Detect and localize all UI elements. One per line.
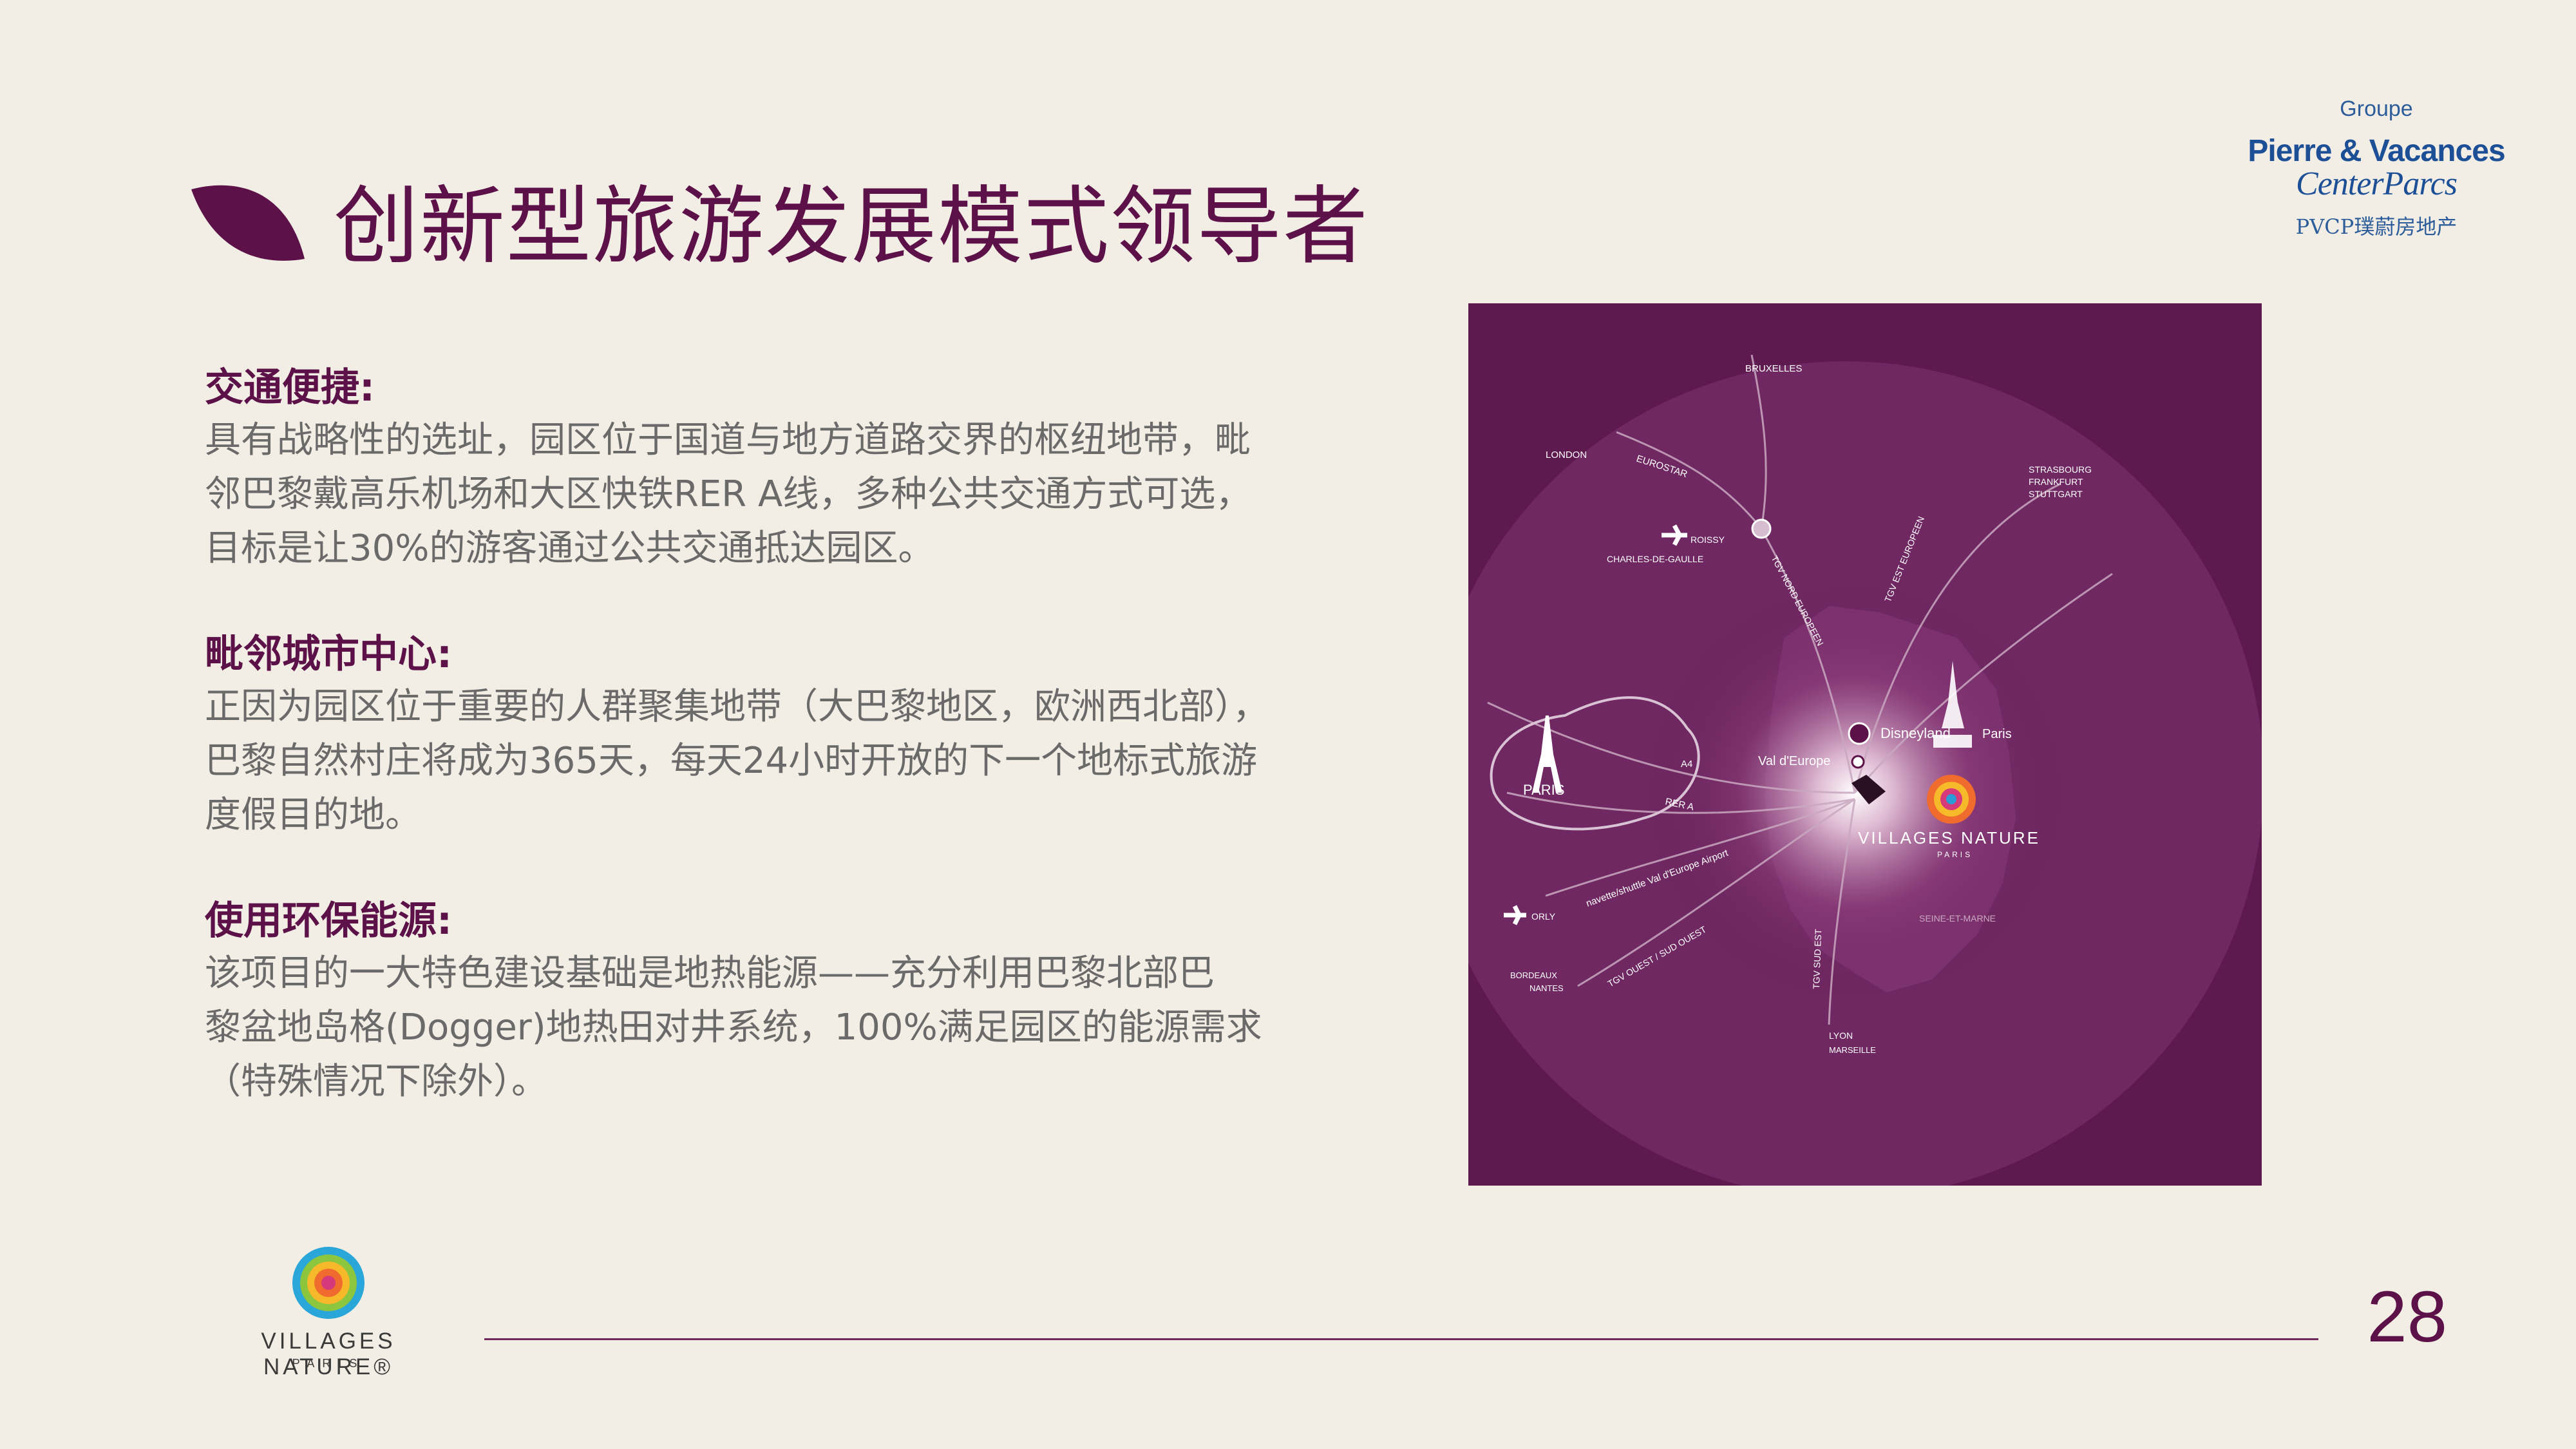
label-lyon: LYON [1829,1030,1853,1041]
label-stuttgart: STUTTGART [2029,489,2083,499]
section-heading: 使用环保能源: [205,898,452,943]
section-line: 该项目的一大特色建设基础是地热能源——充分利用巴黎北部巴 [205,952,1215,994]
section-line: 黎盆地岛格(Dogger)地热田对井系统，100%满足园区的能源需求 [205,1007,1262,1048]
label-disneyland-paris: Paris [1982,727,2012,741]
label-val-europe: Val d'Europe [1758,754,1830,768]
section-energy: 使用环保能源: 该项目的一大特色建设基础是地热能源——充分利用巴黎北部巴 黎盆地… [205,895,1338,1109]
label-tgv-sud: TGV SUD EST [1811,929,1823,989]
brand-center-parcs: CenterParcs [2296,166,2458,202]
label-seine-et-marne: SEINE-ET-MARNE [1919,913,1996,923]
section-transport: 交通便捷: 具有战略性的选址，园区位于国道与地方道路交界的枢纽地带，毗 邻巴黎戴… [205,362,1338,576]
label-marseille: MARSEILLE [1829,1045,1876,1055]
label-strasbourg: STRASBOURG [2029,464,2092,475]
section-line: 目标是让30%的游客通过公共交通抵达园区。 [205,527,934,569]
leaf-icon [191,185,305,261]
label-a4: A4 [1681,759,1692,770]
label-villages-nature-paris: PARIS [1937,850,1973,859]
pierre-vacances-logo: Groupe Pierre & Vacances CenterParcs PVC… [2241,97,2512,240]
label-villages-nature: VILLAGES NATURE [1858,828,2040,848]
villages-nature-logo: VILLAGES NATURE® PARIS [200,1246,457,1379]
section-line: 巴黎自然村庄将成为365天，每天24小时开放的下一个地标式旅游 [205,740,1258,782]
disneyland-node [1848,722,1871,745]
brand-chinese-name: PVCP璞蔚房地产 [2295,214,2458,239]
brand-pierre-vacances: Pierre & Vacances [2248,134,2505,168]
location-map: BRUXELLES LONDON EUROSTAR STRASBOURG FRA… [1468,303,2262,1186]
label-disneyland: Disneyland [1880,725,1951,741]
villages-nature-logo-name: VILLAGES NATURE® [200,1329,457,1380]
section-line: 具有战略性的选址，园区位于国道与地方道路交界的枢纽地带，毗 [205,419,1251,461]
label-paris: PARIS [1523,782,1564,798]
footer-divider [484,1338,2318,1340]
label-orly: ORLY [1531,911,1556,922]
section-heading: 交通便捷: [205,365,375,410]
label-frankfurt: FRANKFURT [2029,477,2083,487]
section-line: 度假目的地。 [205,794,421,836]
label-nantes: NANTES [1530,983,1564,993]
label-cdg: CHARLES-DE-GAULLE [1607,554,1703,564]
label-bruxelles: BRUXELLES [1745,363,1802,374]
page-title: 创新型旅游发展模式领导者 [334,177,1369,276]
brand-groupe: Groupe [2340,97,2413,121]
section-city-center: 毗邻城市中心: 正因为园区位于重要的人群聚集地带（大巴黎地区，欧洲西北部）， 巴… [205,629,1338,842]
val-europe-node [1851,755,1865,769]
roissy-node [1751,518,1772,539]
villages-nature-swirl-icon [1927,775,1976,824]
section-line: 邻巴黎戴高乐机场和大区快铁RER A线，多种公共交通方式可选， [205,473,1252,515]
label-london: LONDON [1546,450,1587,460]
section-line: 正因为园区位于重要的人群聚集地带（大巴黎地区，欧洲西北部）， [205,686,1269,728]
content-sections: 交通便捷: 具有战略性的选址，园区位于国道与地方道路交界的枢纽地带，毗 邻巴黎戴… [205,362,1338,1162]
villages-nature-logo-icon [292,1247,365,1319]
label-roissy: ROISSY [1690,535,1725,545]
page-number: 28 [2367,1276,2447,1357]
villages-nature-logo-city: PARIS [292,1357,365,1370]
section-heading: 毗邻城市中心: [205,632,452,677]
label-bordeaux: BORDEAUX [1510,971,1557,980]
section-line: （特殊情况下除外）。 [205,1061,547,1103]
